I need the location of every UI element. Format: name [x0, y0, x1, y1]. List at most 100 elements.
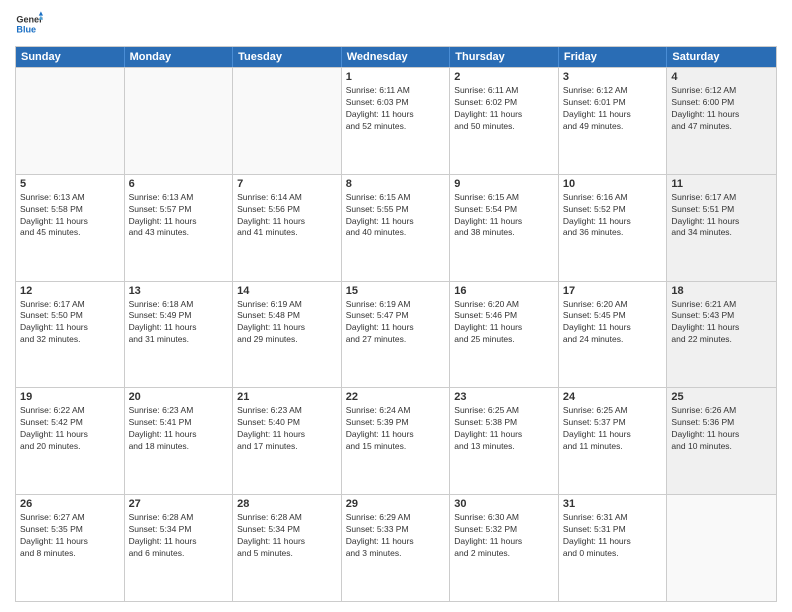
cell-info: Sunrise: 6:27 AM Sunset: 5:35 PM Dayligh…: [20, 512, 120, 560]
cell-info: Sunrise: 6:12 AM Sunset: 6:00 PM Dayligh…: [671, 85, 772, 133]
header-cell-friday: Friday: [559, 47, 668, 67]
header-cell-wednesday: Wednesday: [342, 47, 451, 67]
day-number: 18: [671, 285, 772, 297]
cell-info: Sunrise: 6:14 AM Sunset: 5:56 PM Dayligh…: [237, 192, 337, 240]
cell-info: Sunrise: 6:11 AM Sunset: 6:03 PM Dayligh…: [346, 85, 446, 133]
header: General Blue: [15, 10, 777, 38]
day-cell-5: 5Sunrise: 6:13 AM Sunset: 5:58 PM Daylig…: [16, 175, 125, 281]
day-number: 7: [237, 178, 337, 190]
logo-icon: General Blue: [15, 10, 43, 38]
day-cell-7: 7 Sunrise: 6:14 AM Sunset: 5:56 PM Daylig…: [233, 175, 342, 281]
day-number: 31: [563, 498, 663, 510]
cell-info: Sunrise: 6:30 AM Sunset: 5:32 PM Dayligh…: [454, 512, 554, 560]
week-row-4: 19Sunrise: 6:22 AM Sunset: 5:42 PM Dayli…: [16, 387, 776, 494]
cell-info: Sunrise: 6:12 AM Sunset: 6:01 PM Dayligh…: [563, 85, 663, 133]
day-number: 6: [129, 178, 229, 190]
day-cell-15: 15Sunrise: 6:19 AM Sunset: 5:47 PM Dayli…: [342, 282, 451, 388]
cell-info: Sunrise: 6:15 AM Sunset: 5:54 PM Dayligh…: [454, 192, 554, 240]
day-number: 29: [346, 498, 446, 510]
empty-cell: [16, 68, 125, 174]
day-number: 1: [346, 71, 446, 83]
day-cell-9: 9 Sunrise: 6:15 AM Sunset: 5:54 PM Daylig…: [450, 175, 559, 281]
cell-info: Sunrise: 6:11 AM Sunset: 6:02 PM Dayligh…: [454, 85, 554, 133]
cell-info: Sunrise: 6:13 AM Sunset: 5:58 PM Dayligh…: [20, 192, 120, 240]
day-cell-26: 26Sunrise: 6:27 AM Sunset: 5:35 PM Dayli…: [16, 495, 125, 601]
cell-info: Sunrise: 6:17 AM Sunset: 5:50 PM Dayligh…: [20, 299, 120, 347]
day-cell-4: 4 Sunrise: 6:12 AM Sunset: 6:00 PM Daylig…: [667, 68, 776, 174]
day-cell-8: 8 Sunrise: 6:15 AM Sunset: 5:55 PM Daylig…: [342, 175, 451, 281]
day-number: 23: [454, 391, 554, 403]
cell-info: Sunrise: 6:19 AM Sunset: 5:47 PM Dayligh…: [346, 299, 446, 347]
cell-info: Sunrise: 6:15 AM Sunset: 5:55 PM Dayligh…: [346, 192, 446, 240]
day-cell-30: 30Sunrise: 6:30 AM Sunset: 5:32 PM Dayli…: [450, 495, 559, 601]
cell-info: Sunrise: 6:28 AM Sunset: 5:34 PM Dayligh…: [129, 512, 229, 560]
day-cell-19: 19Sunrise: 6:22 AM Sunset: 5:42 PM Dayli…: [16, 388, 125, 494]
cell-info: Sunrise: 6:20 AM Sunset: 5:45 PM Dayligh…: [563, 299, 663, 347]
day-cell-20: 20 Sunrise: 6:23 AM Sunset: 5:41 PM Dayli…: [125, 388, 234, 494]
week-row-2: 5Sunrise: 6:13 AM Sunset: 5:58 PM Daylig…: [16, 174, 776, 281]
day-number: 9: [454, 178, 554, 190]
day-cell-22: 22Sunrise: 6:24 AM Sunset: 5:39 PM Dayli…: [342, 388, 451, 494]
empty-cell: [233, 68, 342, 174]
day-cell-2: 2 Sunrise: 6:11 AM Sunset: 6:02 PM Daylig…: [450, 68, 559, 174]
day-cell-3: 3 Sunrise: 6:12 AM Sunset: 6:01 PM Daylig…: [559, 68, 668, 174]
cell-info: Sunrise: 6:22 AM Sunset: 5:42 PM Dayligh…: [20, 405, 120, 453]
day-number: 10: [563, 178, 663, 190]
day-number: 28: [237, 498, 337, 510]
cell-info: Sunrise: 6:29 AM Sunset: 5:33 PM Dayligh…: [346, 512, 446, 560]
cell-info: Sunrise: 6:26 AM Sunset: 5:36 PM Dayligh…: [671, 405, 772, 453]
day-cell-28: 28 Sunrise: 6:28 AM Sunset: 5:34 PM Dayli…: [233, 495, 342, 601]
week-row-3: 12 Sunrise: 6:17 AM Sunset: 5:50 PM Dayli…: [16, 281, 776, 388]
day-number: 3: [563, 71, 663, 83]
empty-cell: [125, 68, 234, 174]
logo: General Blue: [15, 10, 43, 38]
empty-cell: [667, 495, 776, 601]
day-number: 21: [237, 391, 337, 403]
cell-info: Sunrise: 6:23 AM Sunset: 5:41 PM Dayligh…: [129, 405, 229, 453]
day-cell-14: 14Sunrise: 6:19 AM Sunset: 5:48 PM Dayli…: [233, 282, 342, 388]
day-number: 22: [346, 391, 446, 403]
day-number: 27: [129, 498, 229, 510]
cell-info: Sunrise: 6:17 AM Sunset: 5:51 PM Dayligh…: [671, 192, 772, 240]
cell-info: Sunrise: 6:20 AM Sunset: 5:46 PM Dayligh…: [454, 299, 554, 347]
day-cell-18: 18 Sunrise: 6:21 AM Sunset: 5:43 PM Dayli…: [667, 282, 776, 388]
day-number: 13: [129, 285, 229, 297]
cell-info: Sunrise: 6:19 AM Sunset: 5:48 PM Dayligh…: [237, 299, 337, 347]
day-cell-10: 10 Sunrise: 6:16 AM Sunset: 5:52 PM Dayli…: [559, 175, 668, 281]
cell-info: Sunrise: 6:25 AM Sunset: 5:37 PM Dayligh…: [563, 405, 663, 453]
day-number: 11: [671, 178, 772, 190]
day-number: 16: [454, 285, 554, 297]
cell-info: Sunrise: 6:21 AM Sunset: 5:43 PM Dayligh…: [671, 299, 772, 347]
cell-info: Sunrise: 6:28 AM Sunset: 5:34 PM Dayligh…: [237, 512, 337, 560]
page: General Blue SundayMondayTuesdayWednesda…: [0, 0, 792, 612]
day-cell-25: 25 Sunrise: 6:26 AM Sunset: 5:36 PM Dayli…: [667, 388, 776, 494]
header-cell-tuesday: Tuesday: [233, 47, 342, 67]
day-cell-13: 13Sunrise: 6:18 AM Sunset: 5:49 PM Dayli…: [125, 282, 234, 388]
cell-info: Sunrise: 6:16 AM Sunset: 5:52 PM Dayligh…: [563, 192, 663, 240]
day-number: 12: [20, 285, 120, 297]
day-number: 24: [563, 391, 663, 403]
day-number: 17: [563, 285, 663, 297]
cell-info: Sunrise: 6:13 AM Sunset: 5:57 PM Dayligh…: [129, 192, 229, 240]
day-number: 20: [129, 391, 229, 403]
day-cell-29: 29 Sunrise: 6:29 AM Sunset: 5:33 PM Dayli…: [342, 495, 451, 601]
calendar: SundayMondayTuesdayWednesdayThursdayFrid…: [15, 46, 777, 602]
day-number: 2: [454, 71, 554, 83]
day-cell-24: 24 Sunrise: 6:25 AM Sunset: 5:37 PM Dayli…: [559, 388, 668, 494]
day-cell-31: 31Sunrise: 6:31 AM Sunset: 5:31 PM Dayli…: [559, 495, 668, 601]
day-cell-21: 21Sunrise: 6:23 AM Sunset: 5:40 PM Dayli…: [233, 388, 342, 494]
svg-text:Blue: Blue: [16, 24, 36, 34]
calendar-header: SundayMondayTuesdayWednesdayThursdayFrid…: [16, 47, 776, 67]
header-cell-monday: Monday: [125, 47, 234, 67]
day-cell-23: 23Sunrise: 6:25 AM Sunset: 5:38 PM Dayli…: [450, 388, 559, 494]
week-row-5: 26Sunrise: 6:27 AM Sunset: 5:35 PM Dayli…: [16, 494, 776, 601]
day-cell-6: 6 Sunrise: 6:13 AM Sunset: 5:57 PM Daylig…: [125, 175, 234, 281]
day-number: 25: [671, 391, 772, 403]
day-cell-27: 27 Sunrise: 6:28 AM Sunset: 5:34 PM Dayli…: [125, 495, 234, 601]
day-number: 4: [671, 71, 772, 83]
calendar-body: 1 Sunrise: 6:11 AM Sunset: 6:03 PM Daylig…: [16, 67, 776, 601]
day-number: 8: [346, 178, 446, 190]
day-cell-1: 1 Sunrise: 6:11 AM Sunset: 6:03 PM Daylig…: [342, 68, 451, 174]
day-cell-12: 12 Sunrise: 6:17 AM Sunset: 5:50 PM Dayli…: [16, 282, 125, 388]
header-cell-thursday: Thursday: [450, 47, 559, 67]
